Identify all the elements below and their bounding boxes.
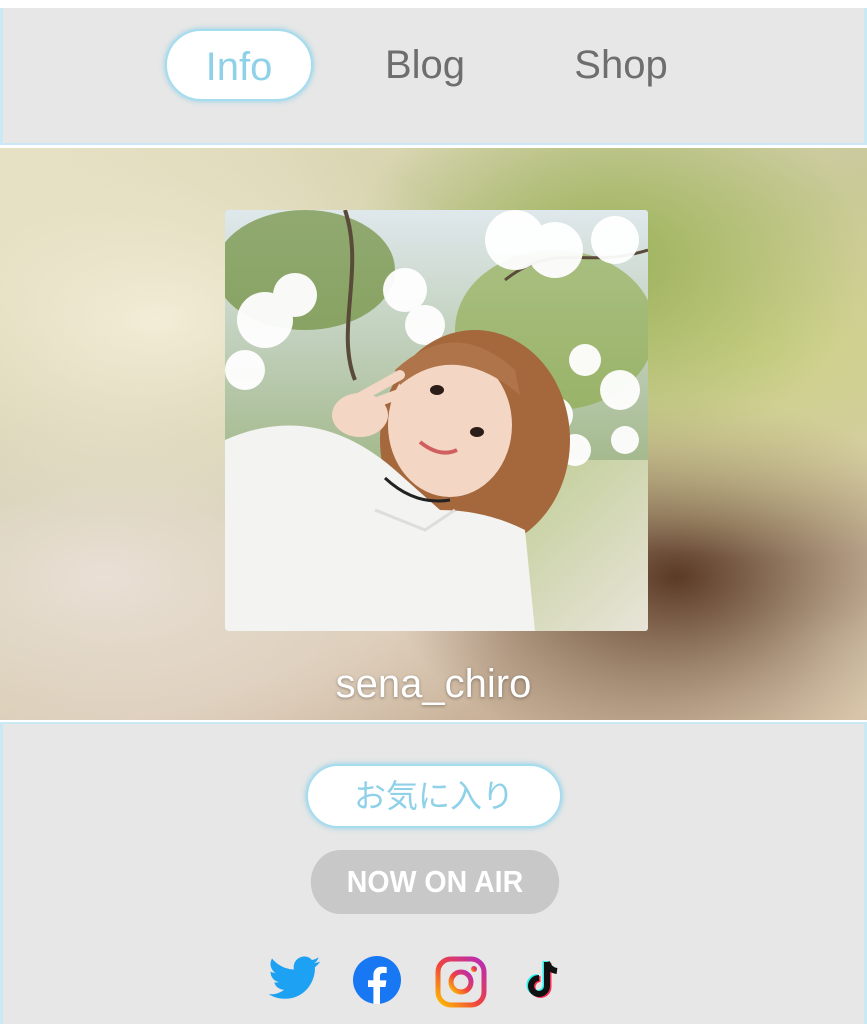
top-nav: Info Blog Shop — [0, 8, 867, 145]
tab-shop[interactable]: Shop — [563, 29, 679, 101]
profile-page: Info Blog Shop sena_chiro お気に入り NOW ON A… — [0, 0, 867, 1024]
instagram-icon[interactable] — [435, 956, 487, 1008]
profile-hero: sena_chiro — [0, 148, 867, 720]
tab-blog[interactable]: Blog — [373, 29, 477, 101]
facebook-icon[interactable] — [353, 956, 403, 1006]
now-on-air-button[interactable]: NOW ON AIR — [310, 850, 560, 914]
favorite-button[interactable]: お気に入り — [306, 764, 562, 828]
tab-info[interactable]: Info — [165, 29, 313, 101]
profile-photo — [225, 210, 648, 631]
username: sena_chiro — [335, 662, 532, 706]
twitter-icon[interactable] — [268, 956, 321, 1006]
tiktok-icon[interactable] — [521, 956, 571, 1006]
actions-panel: お気に入り NOW ON AIR — [0, 722, 867, 1024]
